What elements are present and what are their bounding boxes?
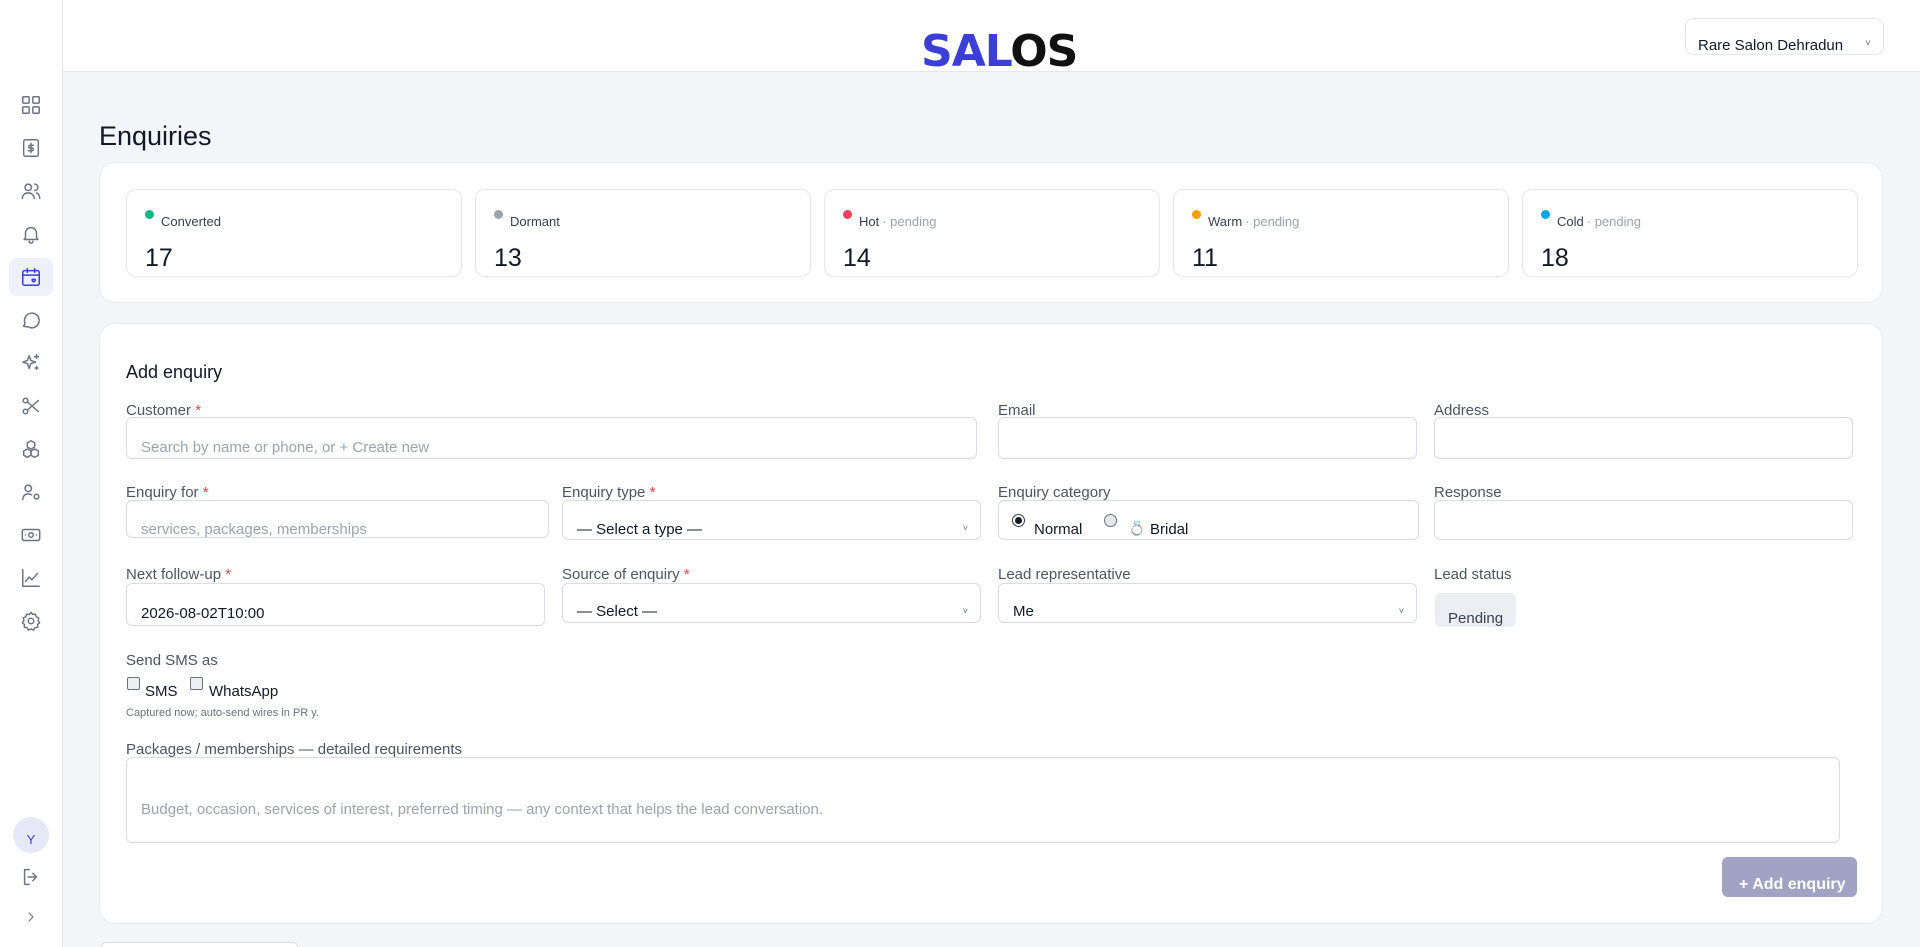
enquiry-category-group: Normal 💍 Bridal <box>998 500 1419 540</box>
stat-label: Warm · pending <box>1208 214 1300 229</box>
user-avatar[interactable]: Y <box>13 817 49 853</box>
requirements-textarea[interactable]: Budget, occasion, services of interest, … <box>126 757 1840 843</box>
stat-label: Hot · pending <box>859 214 937 229</box>
stat-value: 13 <box>494 244 522 272</box>
status-dot <box>1192 210 1201 219</box>
customer-search-input[interactable]: Search by name or phone, or + Create new <box>126 417 977 459</box>
whatsapp-checkbox-label: WhatsApp <box>209 683 279 700</box>
calendar-heart-icon[interactable] <box>9 258 53 296</box>
category-bridal-radio[interactable] <box>1104 514 1117 527</box>
enquiry-type-label: Enquiry type * <box>562 484 656 501</box>
stat-label: Cold · pending <box>1557 214 1641 229</box>
stat-tile-dormant[interactable]: Dormant 13 <box>475 189 811 277</box>
stat-value: 18 <box>1541 244 1569 272</box>
users-icon[interactable] <box>9 172 53 210</box>
requirements-label: Packages / memberships — detailed requir… <box>126 741 462 758</box>
next-followup-input[interactable]: 2026-08-02T10:00 <box>126 583 545 626</box>
chevron-down-icon: ˅ <box>1398 606 1404 616</box>
next-followup-label: Next follow-up * <box>126 566 232 583</box>
lead-status-badge: Pending <box>1435 593 1516 627</box>
chat-icon[interactable] <box>9 301 53 339</box>
analytics-icon[interactable] <box>9 559 53 597</box>
sms-checkbox-label: SMS <box>145 683 178 700</box>
dashboard-icon[interactable] <box>9 86 53 124</box>
chevron-down-icon: ˅ <box>1865 38 1871 49</box>
source-value: — Select — <box>577 603 658 620</box>
ring-icon: 💍 <box>1128 520 1146 536</box>
staff-settings-icon[interactable] <box>9 473 53 511</box>
stat-value: 14 <box>843 244 871 272</box>
sms-checkbox[interactable] <box>127 677 140 690</box>
form-title: Add enquiry <box>126 362 223 382</box>
cash-icon[interactable] <box>9 516 53 554</box>
stat-tile-converted[interactable]: Converted 17 <box>126 189 462 277</box>
enquiry-for-placeholder: services, packages, memberships <box>141 521 367 538</box>
customer-placeholder: Search by name or phone, or + Create new <box>141 439 430 456</box>
enquiry-for-label: Enquiry for * <box>126 484 209 501</box>
salon-selector-value: Rare Salon Dehradun <box>1698 37 1844 54</box>
scissors-icon[interactable] <box>9 387 53 425</box>
stat-value: 17 <box>145 244 173 272</box>
stat-value: 11 <box>1192 244 1218 272</box>
enquiry-type-value: — Select a type — <box>577 521 703 538</box>
whatsapp-checkbox[interactable] <box>190 677 203 690</box>
stat-tile-cold[interactable]: Cold · pending 18 <box>1522 189 1858 277</box>
avatar-initial: Y <box>26 832 36 847</box>
salon-selector[interactable]: Rare Salon Dehradun ˅ <box>1685 18 1884 55</box>
enquiry-category-label: Enquiry category <box>998 484 1111 501</box>
add-enquiry-button[interactable]: + Add enquiry <box>1722 857 1857 897</box>
chevron-right-icon[interactable] <box>9 898 53 936</box>
lead-rep-select[interactable]: Me ˅ <box>998 583 1417 623</box>
enquiry-type-select[interactable]: — Select a type — ˅ <box>562 500 981 540</box>
response-field[interactable] <box>1434 500 1853 540</box>
page-title: Enquiries <box>99 121 212 151</box>
stat-label: Converted <box>161 214 221 229</box>
billing-icon[interactable] <box>9 129 53 167</box>
lead-rep-label: Lead representative <box>998 566 1131 583</box>
bottom-tab-strip[interactable] <box>101 942 298 947</box>
email-field[interactable] <box>998 417 1417 459</box>
response-label: Response <box>1434 484 1502 501</box>
chevron-down-icon: ˅ <box>962 606 968 616</box>
send-sms-label: Send SMS as <box>126 652 218 669</box>
app-logo: SALOS <box>921 26 1078 77</box>
category-normal-label: Normal <box>1034 521 1083 538</box>
enquiry-for-input[interactable]: services, packages, memberships <box>126 500 549 538</box>
status-dot <box>1541 210 1550 219</box>
chevron-down-icon: ˅ <box>962 523 968 533</box>
logout-icon[interactable] <box>9 858 53 896</box>
bell-icon[interactable] <box>9 215 53 253</box>
requirements-placeholder: Budget, occasion, services of interest, … <box>141 801 824 818</box>
stat-label: Dormant <box>510 214 560 229</box>
settings-icon[interactable] <box>9 602 53 640</box>
status-dot <box>494 210 503 219</box>
category-bridal-label: Bridal <box>1150 521 1189 538</box>
sparkles-icon[interactable] <box>9 344 53 382</box>
status-dot <box>145 210 154 219</box>
category-normal-radio[interactable] <box>1012 514 1025 527</box>
lead-rep-value: Me <box>1013 603 1034 620</box>
address-field[interactable] <box>1434 417 1853 459</box>
sms-hint: Captured now; auto-send wires in PR y. <box>126 707 319 719</box>
status-dot <box>843 210 852 219</box>
source-label: Source of enquiry * <box>562 566 690 583</box>
stat-tile-warm[interactable]: Warm · pending 11 <box>1173 189 1509 277</box>
source-select[interactable]: — Select — ˅ <box>562 583 981 623</box>
next-followup-value: 2026-08-02T10:00 <box>141 605 265 622</box>
stat-tile-hot[interactable]: Hot · pending 14 <box>824 189 1160 277</box>
lead-status-label: Lead status <box>1434 566 1512 583</box>
packages-icon[interactable] <box>9 430 53 468</box>
sidebar: Y <box>0 0 63 947</box>
